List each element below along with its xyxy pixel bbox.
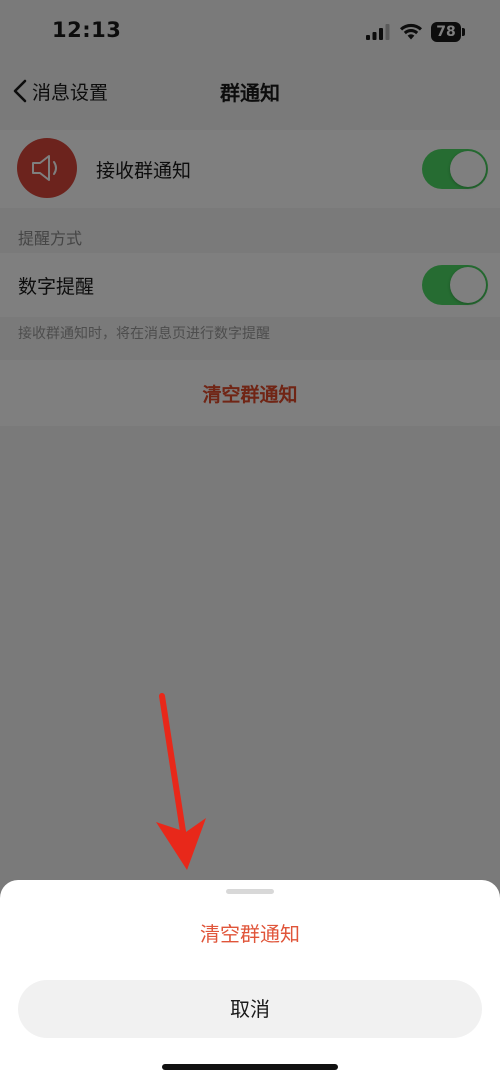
annotation-arrow-icon — [156, 693, 206, 870]
home-indicator — [162, 1064, 338, 1070]
cancel-button[interactable]: 取消 — [18, 980, 482, 1038]
action-sheet: 清空群通知 取消 — [0, 880, 500, 1083]
clear-notifications-action[interactable]: 清空群通知 — [0, 918, 500, 947]
sheet-grabber[interactable] — [226, 889, 274, 894]
